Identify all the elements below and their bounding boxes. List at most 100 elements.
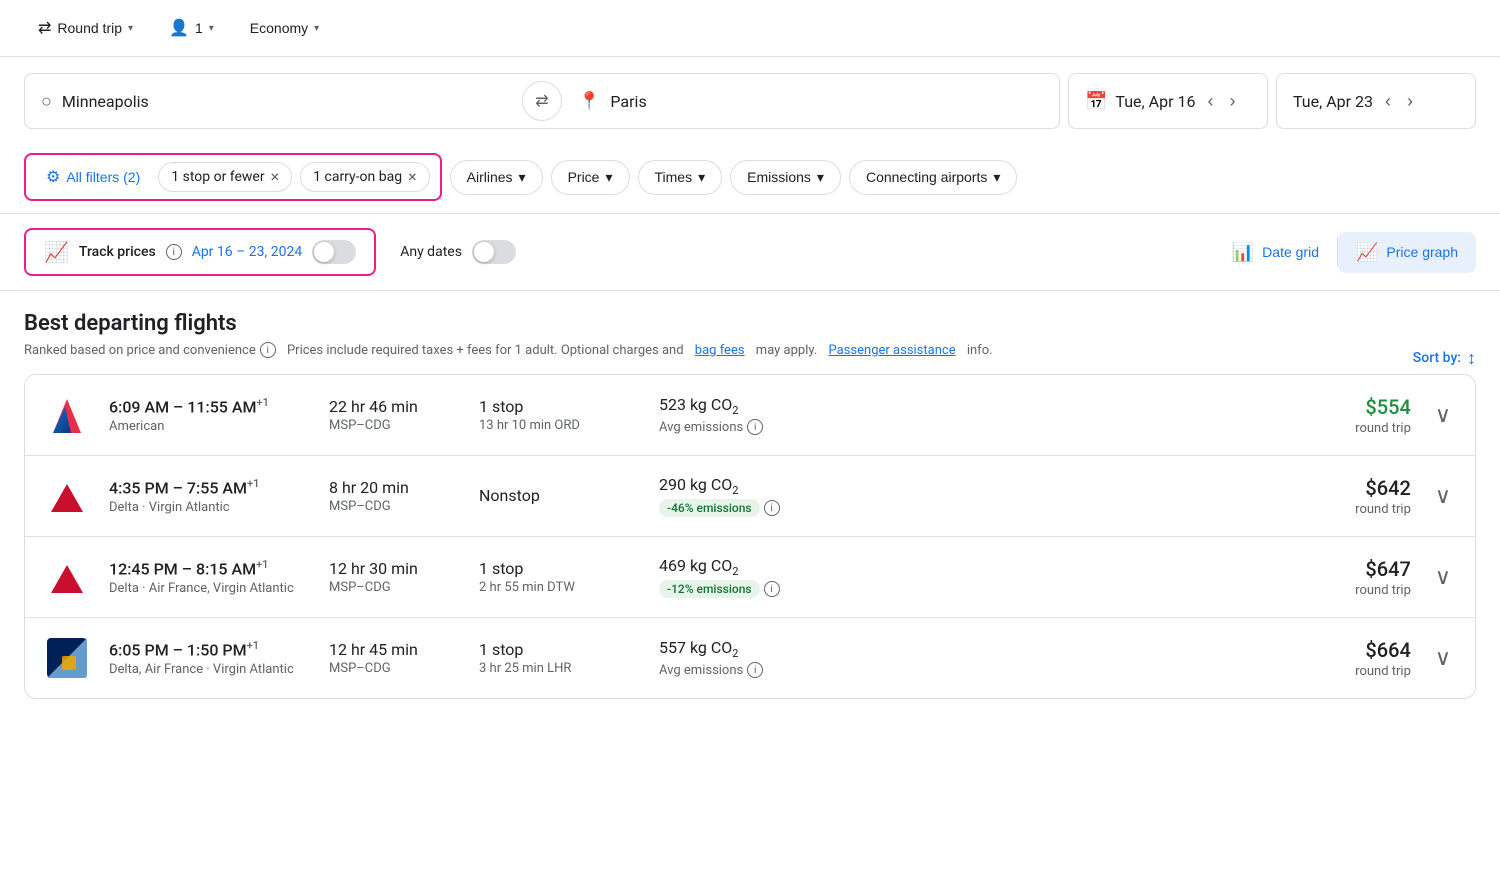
flight-row[interactable]: 6:09 AM – 11:55 AM+1 American 22 hr 46 m… — [25, 375, 1475, 456]
emissions-info: -12% emissions i — [659, 580, 859, 598]
may-apply-text: may apply. — [756, 343, 817, 358]
swap-button[interactable]: ⇄ — [522, 81, 562, 121]
flight-stop-detail: 3 hr 25 min LHR — [479, 661, 639, 676]
stop-filter-remove-icon[interactable]: × — [271, 169, 280, 185]
any-dates-label: Any dates — [400, 244, 462, 260]
flight-emissions-col: 557 kg CO2 Avg emissions i — [659, 638, 859, 678]
airlines-dropdown[interactable]: Airlines ▾ — [450, 160, 543, 195]
return-prev-button[interactable]: ‹ — [1381, 87, 1395, 116]
flight-row[interactable]: 12:45 PM – 8:15 AM+1 Delta · Air France,… — [25, 537, 1475, 618]
return-next-button[interactable]: › — [1403, 87, 1417, 116]
connecting-airports-dropdown[interactable]: Connecting airports ▾ — [849, 160, 1017, 195]
emissions-dropdown[interactable]: Emissions ▾ — [730, 160, 841, 195]
emissions-label: Avg emissions — [659, 663, 743, 678]
flight-times: 6:09 AM – 11:55 AM+1 — [109, 396, 309, 416]
emissions-info: -46% emissions i — [659, 499, 859, 517]
flight-price-col: $647 round trip — [1291, 557, 1411, 598]
price-graph-icon: 📈 — [1356, 242, 1378, 263]
co2-subscript: 2 — [732, 647, 738, 660]
flight-price-label: round trip — [1291, 664, 1411, 679]
trip-type-label: Round trip — [57, 20, 122, 36]
emissions-info-icon[interactable]: i — [764, 581, 780, 597]
cabin-class-label: Economy — [250, 20, 308, 36]
flight-airline: Delta, Air France · Virgin Atlantic — [109, 662, 309, 677]
emissions-info-icon[interactable]: i — [764, 500, 780, 516]
destination-field[interactable]: 📍 Paris — [562, 74, 1059, 128]
passenger-icon: 👤 — [169, 18, 189, 38]
emissions-badge: -46% emissions — [659, 499, 760, 517]
flight-stops-col: Nonstop — [479, 486, 639, 507]
depart-next-button[interactable]: › — [1225, 87, 1239, 116]
flight-row[interactable]: 6:05 PM – 1:50 PM+1 Delta, Air France · … — [25, 618, 1475, 698]
flight-route: MSP–CDG — [329, 580, 459, 595]
origin-icon: ○ — [41, 91, 52, 112]
origin-dest-box[interactable]: ○ Minneapolis ⇄ 📍 Paris — [24, 73, 1060, 129]
airlines-label: Airlines — [467, 169, 513, 185]
emissions-info-icon[interactable]: i — [747, 662, 763, 678]
flight-stops: 1 stop — [479, 397, 639, 416]
depart-prev-button[interactable]: ‹ — [1203, 87, 1217, 116]
airlines-chevron-icon: ▾ — [519, 169, 526, 186]
cabin-class-button[interactable]: Economy ▾ — [236, 12, 333, 44]
return-date-label: Tue, Apr 23 — [1293, 92, 1373, 111]
ranked-info-icon[interactable]: i — [260, 342, 276, 358]
track-prices-toggle[interactable] — [312, 240, 356, 264]
co2-subscript: 2 — [732, 484, 738, 497]
return-date-box[interactable]: Tue, Apr 23 ‹ › — [1276, 73, 1476, 129]
flight-times-col: 6:09 AM – 11:55 AM+1 American — [109, 396, 309, 433]
flight-price-label: round trip — [1291, 421, 1411, 436]
expand-button[interactable]: ∨ — [1431, 479, 1455, 513]
filters-row: ⚙ All filters (2) 1 stop or fewer × 1 ca… — [0, 141, 1500, 214]
price-dropdown[interactable]: Price ▾ — [551, 160, 630, 195]
flight-airline: American — [109, 419, 309, 434]
stop-filter-label: 1 stop or fewer — [171, 169, 264, 185]
passenger-assistance-link[interactable]: Passenger assistance — [829, 343, 956, 358]
expand-button[interactable]: ∨ — [1431, 641, 1455, 675]
flight-route: MSP–CDG — [329, 499, 459, 514]
sort-by-label: Sort by: — [1413, 350, 1461, 366]
co2-subscript: 2 — [732, 404, 738, 417]
passengers-button[interactable]: 👤 1 ▾ — [155, 10, 228, 46]
depart-date-label: Tue, Apr 16 — [1115, 92, 1195, 111]
emissions-badge: -12% emissions — [659, 580, 760, 598]
results-subtitle: Ranked based on price and convenience i … — [24, 342, 993, 358]
connecting-airports-chevron-icon: ▾ — [993, 169, 1000, 186]
emissions-info: Avg emissions i — [659, 419, 859, 435]
date-grid-button[interactable]: 📊 Date grid — [1214, 232, 1337, 273]
flight-duration-col: 22 hr 46 min MSP–CDG — [329, 397, 459, 433]
depart-date-box[interactable]: 📅 Tue, Apr 16 ‹ › — [1068, 73, 1268, 129]
flight-price: $554 — [1291, 395, 1411, 419]
bag-filter-remove-icon[interactable]: × — [408, 169, 417, 185]
bag-fees-link[interactable]: bag fees — [695, 343, 745, 358]
flight-price-label: round trip — [1291, 583, 1411, 598]
flight-price: $642 — [1291, 476, 1411, 500]
origin-field[interactable]: ○ Minneapolis — [25, 74, 522, 128]
track-prices-info-icon[interactable]: i — [166, 244, 182, 260]
bag-filter-chip[interactable]: 1 carry-on bag × — [300, 162, 429, 192]
price-label: Price — [568, 169, 600, 185]
any-dates-toggle[interactable] — [472, 240, 516, 264]
emissions-label: Avg emissions — [659, 420, 743, 435]
times-dropdown[interactable]: Times ▾ — [638, 160, 723, 195]
flight-emissions-col: 523 kg CO2 Avg emissions i — [659, 395, 859, 435]
all-filters-button[interactable]: ⚙ All filters (2) — [36, 161, 150, 193]
filter-sliders-icon: ⚙ — [46, 167, 60, 187]
flight-stops: 1 stop — [479, 640, 639, 659]
flight-stop-detail: 13 hr 10 min ORD — [479, 418, 639, 433]
flight-stops-col: 1 stop 2 hr 55 min DTW — [479, 559, 639, 595]
active-filters-box: ⚙ All filters (2) 1 stop or fewer × 1 ca… — [24, 153, 442, 201]
flight-price: $664 — [1291, 638, 1411, 662]
expand-button[interactable]: ∨ — [1431, 560, 1455, 594]
arrive-suffix: +1 — [256, 558, 268, 571]
flight-times: 12:45 PM – 8:15 AM+1 — [109, 558, 309, 578]
trip-type-button[interactable]: ⇄ Round trip ▾ — [24, 10, 147, 46]
flight-price-col: $554 round trip — [1291, 395, 1411, 436]
flight-row[interactable]: 4:35 PM – 7:55 AM+1 Delta · Virgin Atlan… — [25, 456, 1475, 537]
any-dates-toggle-knob — [474, 242, 494, 262]
price-graph-button[interactable]: 📈 Price graph — [1338, 232, 1476, 273]
stop-filter-chip[interactable]: 1 stop or fewer × — [158, 162, 292, 192]
sort-by-button[interactable]: Sort by: ↕ — [1413, 348, 1476, 369]
expand-button[interactable]: ∨ — [1431, 398, 1455, 432]
emissions-info-icon[interactable]: i — [747, 419, 763, 435]
flight-stops: 1 stop — [479, 559, 639, 578]
